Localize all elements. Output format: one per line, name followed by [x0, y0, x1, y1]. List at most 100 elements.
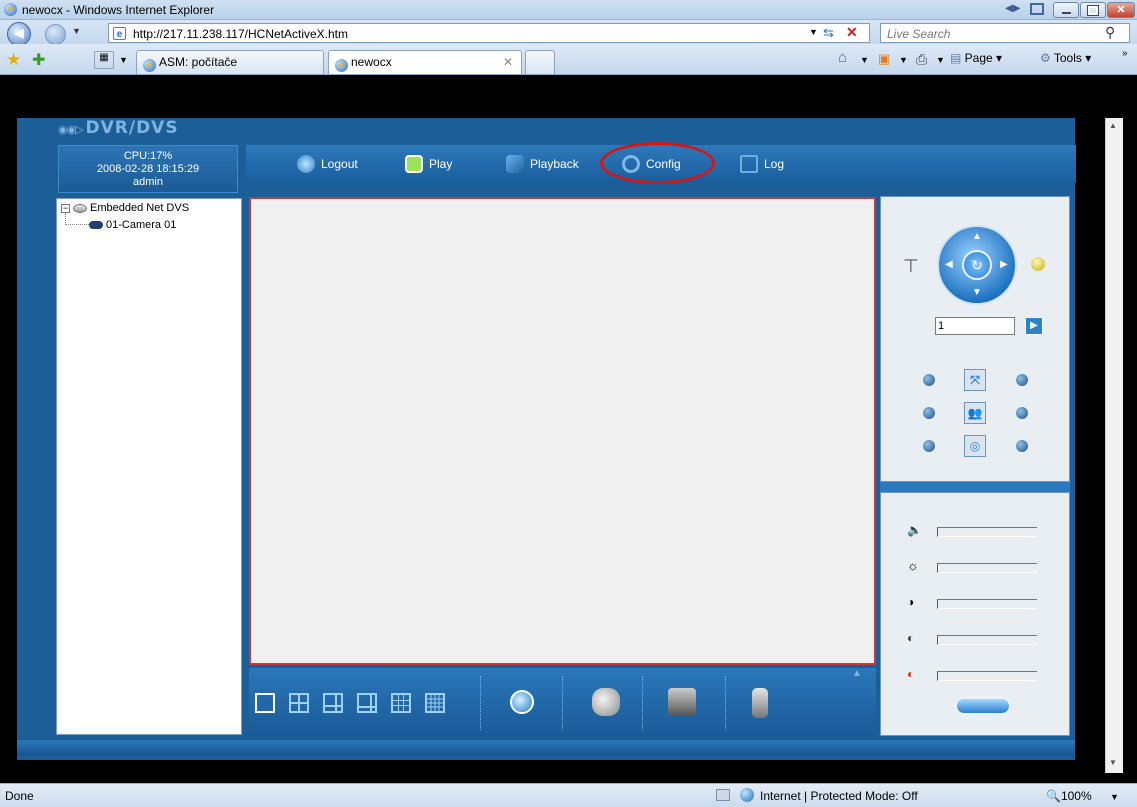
home-dropdown-icon[interactable]: ▼	[860, 55, 869, 65]
history-dropdown-icon[interactable]: ▼	[72, 26, 81, 36]
snap-icon[interactable]	[1030, 3, 1044, 15]
stop-all-icon[interactable]	[510, 690, 534, 714]
favorites-star-icon[interactable]: ★	[6, 50, 21, 70]
ptz-right-icon[interactable]: ▶	[1000, 259, 1008, 270]
talk-phone-icon[interactable]	[752, 688, 768, 718]
toolbar-overflow-icon[interactable]: »	[1122, 48, 1128, 59]
config-highlight-circle	[600, 142, 715, 184]
layout-4-button[interactable]	[289, 693, 309, 713]
tools-menu[interactable]: ⚙ Tools ▾	[1040, 51, 1091, 65]
device-tree: − Embedded Net DVS 01-Camera 01	[56, 198, 242, 735]
ptz-auto-icon[interactable]: ↻	[962, 250, 992, 280]
gear-icon: ⚙	[1040, 51, 1054, 65]
layout-1-button[interactable]	[255, 693, 275, 713]
tree-node-camera[interactable]: 01-Camera 01	[89, 219, 176, 231]
tab-asm[interactable]: e ASM: počítače	[136, 50, 324, 74]
search-icon[interactable]: ⚲	[1105, 24, 1115, 41]
ie-tab-icon: e	[335, 59, 348, 72]
refresh-icon[interactable]: ⇆	[823, 25, 834, 41]
layout-16-button[interactable]	[425, 693, 445, 713]
layout-8-button[interactable]	[357, 693, 377, 713]
focus-far-dot[interactable]	[1016, 407, 1028, 419]
scroll-down-icon[interactable]: ▼	[1109, 758, 1117, 767]
close-window-button[interactable]: ✕	[1107, 2, 1135, 18]
zoom-level[interactable]: 🔍100%	[1046, 789, 1092, 803]
ptz-control-panel: ↻ ▲ ▼ ◀ ▶ ⊤ ▶ ⤧ 👥 ◎	[880, 196, 1070, 482]
snapshot-camera-icon[interactable]	[592, 688, 620, 716]
flip-icon[interactable]: ◀▶	[1005, 3, 1020, 15]
divider	[480, 676, 481, 730]
collapse-bar-icon[interactable]: ▲	[852, 668, 862, 679]
saturation-slider[interactable]	[937, 635, 1037, 645]
focus-icon: 👥	[964, 402, 986, 424]
page-icon: e	[113, 27, 126, 40]
app-footer-bar	[17, 740, 1075, 756]
menu-play[interactable]: Play	[405, 155, 452, 173]
menu-playback[interactable]: Playback	[506, 155, 579, 173]
tree-node-label: 01-Camera 01	[106, 219, 177, 231]
focus-near-dot[interactable]	[923, 407, 935, 419]
feeds-dropdown-icon[interactable]: ▼	[899, 55, 908, 65]
current-datetime: 2008-02-28 18:15:29	[96, 163, 200, 175]
maximize-button[interactable]	[1080, 2, 1106, 18]
layout-6-button[interactable]	[323, 693, 343, 713]
layout-9-button[interactable]	[391, 693, 411, 713]
preset-go-button[interactable]: ▶	[1025, 317, 1043, 335]
menu-logout[interactable]: Logout	[297, 155, 358, 173]
menu-label: Playback	[530, 157, 579, 171]
ie-logo-icon: e	[4, 3, 17, 16]
search-box[interactable]: Live Search ⚲	[880, 23, 1130, 43]
feeds-icon[interactable]: ▣	[878, 51, 890, 67]
zoom-dropdown-icon[interactable]: ▼	[1110, 792, 1119, 802]
ptz-left-icon[interactable]: ◀	[945, 259, 953, 270]
new-tab-button[interactable]	[525, 50, 555, 74]
iris-close-dot[interactable]	[923, 440, 935, 452]
volume-slider[interactable]	[937, 527, 1037, 537]
tab-list-dropdown-icon[interactable]: ▼	[119, 55, 128, 65]
light-bulb-icon[interactable]	[1031, 257, 1045, 271]
preset-input[interactable]	[935, 317, 1015, 335]
print-dropdown-icon[interactable]: ▼	[936, 55, 945, 65]
minimize-button[interactable]	[1053, 2, 1079, 18]
menu-label: Logout	[321, 157, 358, 171]
add-favorite-icon[interactable]: ✚	[32, 50, 45, 70]
record-video-icon[interactable]	[668, 688, 696, 716]
iris-open-dot[interactable]	[1016, 440, 1028, 452]
default-settings-button[interactable]	[955, 697, 1011, 715]
address-field[interactable]: e http://217.11.238.117/HCNetActiveX.htm…	[108, 23, 870, 43]
hue-icon: ◐	[907, 667, 915, 681]
tab-newocx[interactable]: e newocx ✕	[328, 50, 522, 74]
video-view[interactable]	[249, 197, 876, 665]
vertical-scrollbar[interactable]: ▲ ▼	[1105, 118, 1123, 773]
menu-log[interactable]: Log	[740, 155, 784, 173]
forward-button[interactable]	[45, 24, 66, 45]
quick-tabs-icon[interactable]: ▦	[94, 51, 114, 69]
print-icon[interactable]: ⎙	[916, 51, 927, 68]
zoom-in-dot[interactable]	[1016, 374, 1028, 386]
hue-slider[interactable]	[937, 671, 1037, 681]
ptz-down-icon[interactable]: ▼	[972, 287, 982, 298]
tree-node-label: Embedded Net DVS	[90, 202, 190, 214]
zoom-out-dot[interactable]	[923, 374, 935, 386]
ie-tab-icon: e	[143, 59, 156, 72]
ptz-up-icon[interactable]: ▲	[972, 231, 982, 242]
brightness-icon: ☼	[907, 558, 919, 573]
stop-icon[interactable]: ✕	[846, 24, 858, 41]
ptz-joystick[interactable]: ↻ ▲ ▼ ◀ ▶	[937, 225, 1017, 305]
popup-blocker-icon[interactable]	[716, 789, 730, 801]
system-info-panel: CPU:17% 2008-02-28 18:15:29 admin	[58, 145, 238, 193]
back-button[interactable]: ◀	[7, 22, 31, 46]
address-dropdown-icon[interactable]: ▼	[809, 27, 818, 37]
home-icon[interactable]: ⌂	[838, 49, 847, 66]
tab-label: newocx	[351, 55, 392, 69]
collapse-icon[interactable]: −	[61, 203, 70, 213]
wiper-icon[interactable]: ⊤	[903, 257, 921, 279]
scroll-up-icon[interactable]: ▲	[1109, 121, 1117, 130]
contrast-slider[interactable]	[937, 599, 1037, 609]
brightness-slider[interactable]	[937, 563, 1037, 573]
dvs-device-icon	[73, 203, 87, 213]
close-tab-icon[interactable]: ✕	[503, 55, 513, 69]
page-menu[interactable]: ▤ Page ▾	[950, 51, 1002, 65]
zoom-value: 100%	[1060, 789, 1092, 803]
window-title: newocx - Windows Internet Explorer	[22, 3, 215, 17]
